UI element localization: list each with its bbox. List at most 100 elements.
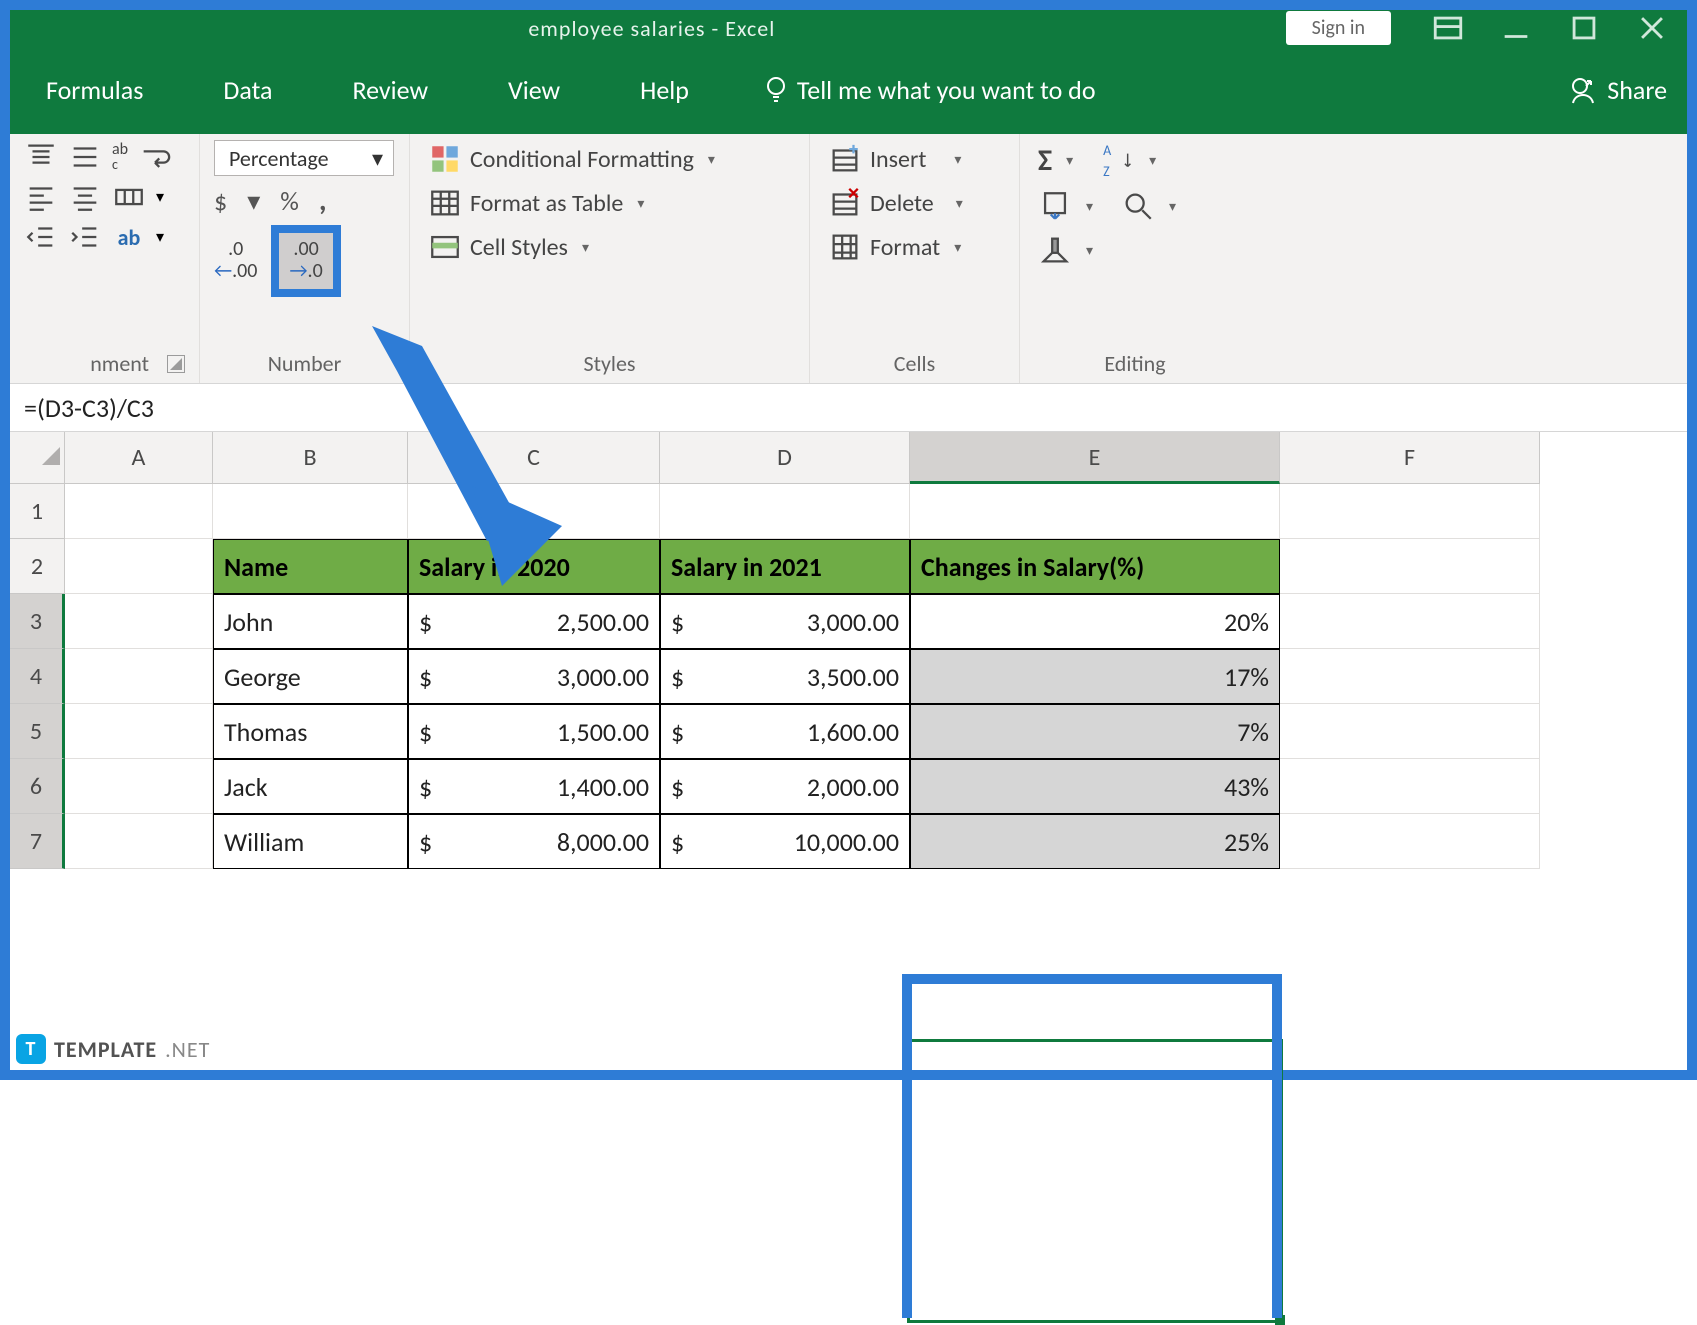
maximize-icon[interactable] [1567,17,1601,39]
cell-B4[interactable]: George [213,649,408,704]
clear-dropdown-icon[interactable]: ▾ [1086,242,1093,259]
tab-data[interactable]: Data [207,66,288,114]
insert-button[interactable]: Insert ▾ [824,140,1005,178]
format-button[interactable]: Format ▾ [824,228,1005,266]
sort-filter-button[interactable]: A Z [1101,144,1135,178]
cell-F5[interactable] [1280,704,1540,759]
ribbon-options-icon[interactable] [1431,17,1465,39]
find-dropdown-icon[interactable]: ▾ [1169,198,1176,215]
indent-left-icon[interactable] [24,220,58,254]
orientation-icon[interactable]: ab [112,220,146,254]
format-as-table-button[interactable]: Format as Table ▾ [424,184,795,222]
rownum-7[interactable]: 7 [10,814,65,869]
cell-C7[interactable]: $8,000.00 [408,814,660,869]
cell-A4[interactable] [65,649,213,704]
cell-A5[interactable] [65,704,213,759]
tab-view[interactable]: View [492,66,576,114]
rownum-5[interactable]: 5 [10,704,65,759]
sort-dropdown-icon[interactable]: ▾ [1149,152,1156,169]
col-F[interactable]: F [1280,432,1540,484]
comma-format-button[interactable]: , [319,182,327,219]
merge-icon[interactable] [112,180,146,214]
cell-D1[interactable] [660,484,910,539]
align-middle-icon[interactable] [68,140,102,174]
cell-F4[interactable] [1280,649,1540,704]
cell-D7[interactable]: $10,000.00 [660,814,910,869]
col-A[interactable]: A [65,432,213,484]
cell-E2[interactable]: Changes in Salary(%) [910,539,1280,594]
rownum-3[interactable]: 3 [10,594,65,649]
cell-D3[interactable]: $3,000.00 [660,594,910,649]
find-button[interactable] [1121,189,1155,223]
fill-handle[interactable] [1275,1315,1285,1325]
merge-dropdown-icon[interactable]: ▾ [156,187,164,207]
indent-right-icon[interactable] [68,220,102,254]
cell-C6[interactable]: $1,400.00 [408,759,660,814]
align-top-icon[interactable] [24,140,58,174]
cell-B3[interactable]: John [213,594,408,649]
cell-A3[interactable] [65,594,213,649]
col-E[interactable]: E [910,432,1280,484]
align-left-icon[interactable] [24,180,58,214]
alignment-launcher-icon[interactable] [167,355,185,373]
cell-A6[interactable] [65,759,213,814]
decrease-decimal-button[interactable]: .00→.0 [271,225,340,297]
rownum-2[interactable]: 2 [10,539,65,594]
cell-A1[interactable] [65,484,213,539]
tellme-search[interactable]: Tell me what you want to do [763,74,1096,106]
cell-D5[interactable]: $1,600.00 [660,704,910,759]
select-all-corner[interactable] [10,432,65,484]
fill-button[interactable] [1038,189,1072,223]
autosum-dropdown-icon[interactable]: ▾ [1066,152,1073,169]
rownum-1[interactable]: 1 [10,484,65,539]
increase-decimal-button[interactable]: .0←.00 [214,239,257,283]
cell-E3[interactable]: 20% [910,594,1280,649]
cell-E6[interactable]: 43% [910,759,1280,814]
formula-bar[interactable]: =(D3-C3)/C3 [10,384,1687,432]
cell-F2[interactable] [1280,539,1540,594]
cell-E7[interactable]: 25% [910,814,1280,869]
rownum-6[interactable]: 6 [10,759,65,814]
cell-D4[interactable]: $3,500.00 [660,649,910,704]
watermark-brand: TEMPLATE [54,1036,157,1063]
accounting-format-button[interactable]: $ [214,185,227,217]
number-format-combo[interactable]: Percentage ▾ [214,140,394,176]
cell-B7[interactable]: William [213,814,408,869]
cell-F3[interactable] [1280,594,1540,649]
delete-button[interactable]: Delete ▾ [824,184,1005,222]
cell-styles-button[interactable]: Cell Styles ▾ [424,228,795,266]
cell-E1[interactable] [910,484,1280,539]
orientation-dropdown-icon[interactable]: ▾ [156,227,164,247]
close-icon[interactable] [1635,17,1669,39]
cell-E4[interactable]: 17% [910,649,1280,704]
col-D[interactable]: D [660,432,910,484]
percent-format-button[interactable]: % [280,185,299,217]
share-button[interactable]: Share [1569,74,1667,106]
cell-A7[interactable] [65,814,213,869]
cell-F6[interactable] [1280,759,1540,814]
cell-A2[interactable] [65,539,213,594]
cell-F7[interactable] [1280,814,1540,869]
cell-D2[interactable]: Salary in 2021 [660,539,910,594]
tab-help[interactable]: Help [624,66,705,114]
tab-review[interactable]: Review [336,66,444,114]
autosum-button[interactable]: Σ [1038,142,1052,179]
cell-C3[interactable]: $2,500.00 [408,594,660,649]
cell-B6[interactable]: Jack [213,759,408,814]
conditional-formatting-button[interactable]: Conditional Formatting ▾ [424,140,795,178]
wrap-text-button[interactable]: ab c [112,142,128,172]
tab-formulas[interactable]: Formulas [30,66,159,114]
cell-B5[interactable]: Thomas [213,704,408,759]
accounting-dropdown-icon[interactable]: ▾ [247,185,260,217]
minimize-icon[interactable] [1499,17,1533,39]
fill-dropdown-icon[interactable]: ▾ [1086,198,1093,215]
cell-C5[interactable]: $1,500.00 [408,704,660,759]
cell-E5[interactable]: 7% [910,704,1280,759]
align-center-icon[interactable] [68,180,102,214]
clear-button[interactable] [1038,233,1072,267]
signin-button[interactable]: Sign in [1286,11,1391,45]
cell-F1[interactable] [1280,484,1540,539]
cell-D6[interactable]: $2,000.00 [660,759,910,814]
cell-C4[interactable]: $3,000.00 [408,649,660,704]
rownum-4[interactable]: 4 [10,649,65,704]
